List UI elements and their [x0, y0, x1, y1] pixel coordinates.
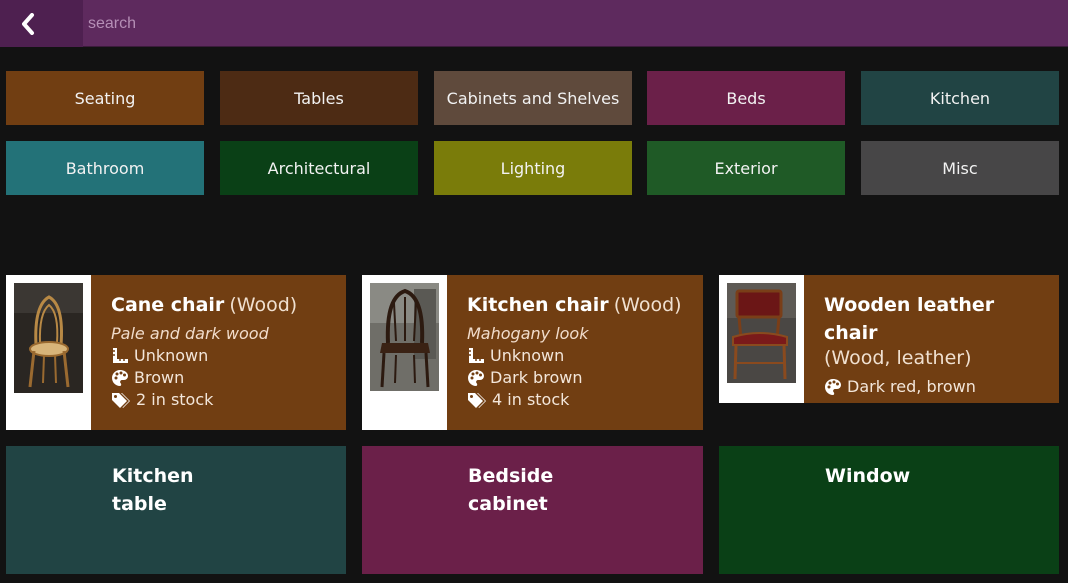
item-card-cane-chair[interactable]: Cane chair (Wood) Pale and dark wood Unk…	[6, 275, 346, 430]
category-bathroom[interactable]: Bathroom	[6, 141, 204, 195]
item-color: Brown	[134, 368, 185, 387]
item-name: Cane chair	[111, 294, 225, 316]
size-row: Unknown	[111, 345, 326, 367]
category-exterior[interactable]: Exterior	[647, 141, 845, 195]
color-row: Dark brown	[467, 367, 683, 389]
item-color: Dark brown	[490, 368, 583, 387]
item-card-window[interactable]: Window	[719, 446, 1059, 574]
item-material: (Wood)	[613, 294, 682, 316]
palette-icon	[112, 370, 128, 386]
item-title: Wooden leather chair (Wood, leather)	[824, 291, 1039, 370]
item-size: Unknown	[490, 346, 565, 365]
category-architectural[interactable]: Architectural	[220, 141, 418, 195]
item-material: (Wood, leather)	[824, 347, 972, 369]
category-misc[interactable]: Misc	[861, 141, 1059, 195]
tags-icon	[112, 393, 130, 408]
ruler-icon	[469, 348, 484, 363]
item-thumbnail	[362, 275, 447, 430]
search-input[interactable]	[83, 0, 1068, 47]
chair-photo	[370, 283, 439, 391]
category-cabinets-and-shelves[interactable]: Cabinets and Shelves	[434, 71, 632, 125]
palette-icon	[468, 370, 484, 386]
back-button[interactable]	[0, 0, 83, 47]
palette-icon	[825, 379, 841, 395]
item-name: Wooden leather chair	[824, 294, 995, 344]
item-details: Cane chair (Wood) Pale and dark wood Unk…	[91, 275, 346, 430]
chevron-left-icon	[22, 12, 34, 35]
stock-row: 2 in stock	[111, 389, 326, 411]
chair-photo	[727, 283, 796, 383]
category-seating[interactable]: Seating	[6, 71, 204, 125]
chair-photo	[14, 283, 83, 393]
item-name: Kitchen table	[112, 465, 194, 515]
top-bar	[0, 0, 1068, 47]
item-title: Cane chair (Wood)	[111, 291, 326, 319]
item-color: Dark red, brown	[847, 377, 976, 396]
category-tables[interactable]: Tables	[220, 71, 418, 125]
item-thumbnail	[6, 275, 91, 430]
ruler-icon	[113, 348, 128, 363]
item-size: Unknown	[134, 346, 209, 365]
category-lighting[interactable]: Lighting	[434, 141, 632, 195]
item-thumbnail	[719, 275, 804, 403]
stock-row: 4 in stock	[467, 389, 683, 411]
item-description: Mahogany look	[467, 324, 589, 343]
item-title: Kitchen chair (Wood)	[467, 291, 683, 319]
item-card-wooden-leather-chair[interactable]: Wooden leather chair (Wood, leather) Dar…	[719, 275, 1059, 403]
item-name: Kitchen chair	[467, 294, 609, 316]
tags-icon	[468, 393, 486, 408]
item-stock: 2 in stock	[136, 390, 214, 409]
item-details: Wooden leather chair (Wood, leather) Dar…	[804, 275, 1059, 403]
item-stock: 4 in stock	[492, 390, 570, 409]
item-details: Kitchen chair (Wood) Mahogany look Unkno…	[447, 275, 703, 430]
size-row: Unknown	[467, 345, 683, 367]
category-kitchen[interactable]: Kitchen	[861, 71, 1059, 125]
color-row: Dark red, brown	[824, 376, 1039, 398]
category-beds[interactable]: Beds	[647, 71, 845, 125]
item-card-kitchen-chair[interactable]: Kitchen chair (Wood) Mahogany look Unkno…	[362, 275, 703, 430]
item-material: (Wood)	[229, 294, 298, 316]
item-card-bedside-cabinet[interactable]: Bedside cabinet	[362, 446, 703, 574]
item-name: Bedside cabinet	[468, 465, 554, 515]
item-description: Pale and dark wood	[111, 324, 269, 343]
item-card-kitchen-table[interactable]: Kitchen table	[6, 446, 346, 574]
item-name: Window	[825, 465, 911, 487]
color-row: Brown	[111, 367, 326, 389]
